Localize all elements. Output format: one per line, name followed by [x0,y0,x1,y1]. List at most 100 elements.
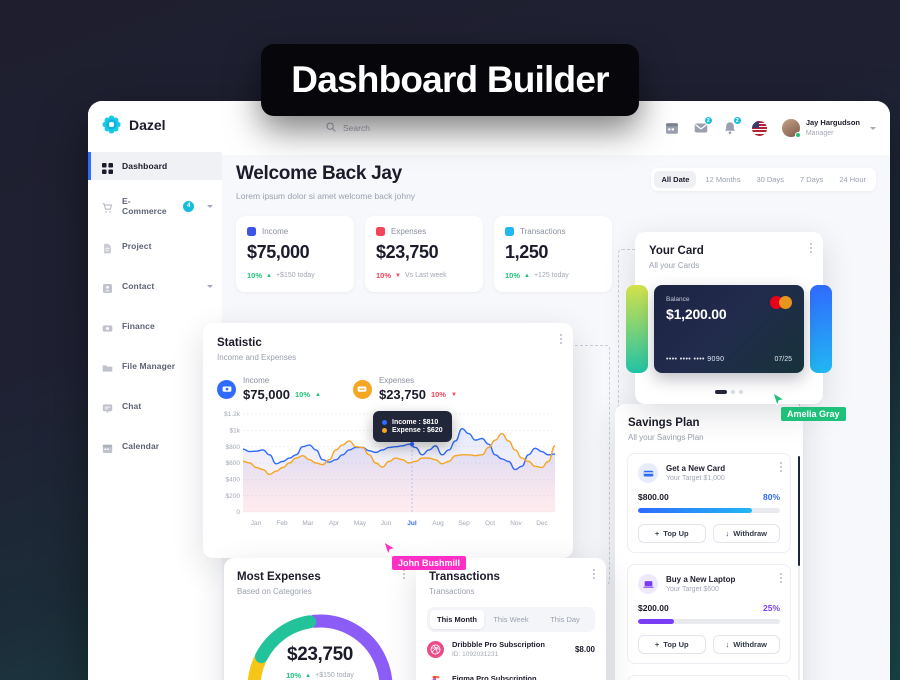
filter-all-date[interactable]: All Date [654,171,697,188]
laptop-icon [638,574,658,594]
user-profile[interactable]: Jay Hargudson Manager [781,118,876,138]
stat-pct: 10% [247,271,263,280]
svg-text:$1k: $1k [230,428,241,435]
trend-up-icon: ▲ [266,272,272,279]
trend-down-icon: ▼ [395,272,401,279]
transaction-amount: $8.00 [574,644,595,654]
calendar-icon[interactable] [665,121,679,135]
sidebar-item-calendar[interactable]: Calendar [88,432,222,460]
sidebar-badge: 4 [183,200,194,212]
your-card-subtitle: All your Cards [649,261,700,270]
stat-card-transactions[interactable]: Transactions 1,250 10% ▲ +125 today [494,216,612,292]
your-card-menu-button[interactable] [810,243,812,255]
card-icon [638,463,658,483]
your-card-title: Your Card [649,245,704,257]
page-subtitle: Lorem ipsum dolor si amet welcome back j… [236,191,416,201]
most-expenses-subtitle: Based on Categories [237,587,312,596]
statistic-menu-button[interactable] [560,334,562,346]
transaction-row[interactable]: Figma Pro Subscription ID: 1092031231 $1… [416,666,606,680]
sidebar-item-file-manager[interactable]: File Manager [88,352,222,380]
tooltip-expense: Expense : $620 [392,427,443,434]
transaction-name: Dribbble Pro Subscription [452,640,545,649]
savings-subtitle: All your Savings Plan [628,433,704,442]
chevron-down-icon[interactable] [207,204,213,208]
most-expenses-menu-button[interactable] [403,569,405,581]
bell-icon[interactable]: 2 [723,116,742,135]
withdraw-button[interactable]: ↓ Withdraw [712,635,780,654]
sidebar-item-project[interactable]: Project [88,232,222,260]
cursor-label: Amelia Gray [781,407,846,421]
folder-icon [102,361,113,372]
bell-badge: 2 [732,116,742,125]
savings-scrollbar-thumb[interactable] [798,456,800,566]
topbar-icons: 2 2 Jay Hargudson Manager [665,116,890,138]
stat-card-income[interactable]: Income $75,000 10% ▲ +$150 today [236,216,354,292]
transaction-row[interactable]: Dribbble Pro Subscription ID: 1092031231… [416,632,606,666]
stat-card-expenses[interactable]: Expenses $23,750 10% ▼ Vs Last week [365,216,483,292]
transactions-menu-button[interactable] [593,569,595,581]
top-up-button[interactable]: + Top Up [638,524,706,543]
savings-item[interactable]: Get a New Card Your Target $1,000 $800.0… [627,453,791,553]
us-flag-icon[interactable] [751,120,767,136]
tab-this-month[interactable]: This Month [430,610,484,629]
trend-up-icon: ▲ [305,672,312,679]
sidebar-item-dashboard[interactable]: Dashboard [88,152,222,180]
savings-item-menu-button[interactable] [780,462,782,474]
filter-30-days[interactable]: 30 Days [749,171,791,188]
svg-text:0: 0 [236,509,240,516]
transaction-id: ID: 1092031231 [452,651,499,658]
flower-logo-icon [102,115,121,134]
legend-pct: 10% [295,390,311,399]
wallet-icon [102,321,113,332]
savings-item[interactable]: Vacation Your Target $800 [627,675,791,680]
sidebar-item-contact[interactable]: Contact [88,272,222,300]
sidebar-item-e-commerce[interactable]: E-Commerce 4 [88,192,222,220]
expense-icon [352,379,372,399]
bank-card[interactable]: Balance $1,200.00 •••• •••• •••• 9090 07… [654,285,804,373]
tab-this-day[interactable]: This Day [538,610,592,629]
savings-item[interactable]: Buy a New Laptop Your Target $600 $200.0… [627,564,791,664]
svg-text:$600: $600 [226,460,241,467]
stat-label: Income [262,227,289,236]
stat-note: +$150 today [275,272,315,279]
search-input[interactable]: Search [326,119,370,137]
brand-name: Dazel [129,116,166,133]
svg-text:$1.2k: $1.2k [224,411,241,418]
sidebar-item-finance[interactable]: Finance [88,312,222,340]
stat-value: $23,750 [376,242,439,262]
filter-12-months[interactable]: 12 Months [698,171,747,188]
filter-7-days[interactable]: 7 Days [793,171,830,188]
cursor-john-bushmill: John Bushmill [383,540,467,570]
chevron-down-icon[interactable] [870,126,876,130]
carousel-card-prev[interactable] [626,285,648,373]
tab-this-week[interactable]: This Week [484,610,538,629]
carousel-dots[interactable] [635,390,823,394]
plus-icon: + [654,529,660,538]
sidebar-item-chat[interactable]: Chat [88,392,222,420]
stat-value: 1,250 [505,242,549,262]
chart-tooltip: Income : $810 Expense : $620 [373,411,452,442]
sidebar-item-label: E-Commerce [122,196,167,216]
transactions-card: Transactions Transactions This Month Thi… [416,558,606,680]
svg-text:Apr: Apr [329,520,340,527]
withdraw-button[interactable]: ↓ Withdraw [712,524,780,543]
tooltip-income: Income : $810 [392,418,439,426]
carousel-card-next[interactable] [810,285,832,373]
chevron-down-icon[interactable] [207,284,213,288]
svg-text:May: May [354,520,367,527]
top-up-button[interactable]: + Top Up [638,635,706,654]
svg-text:Oct: Oct [485,520,495,527]
filter-24-hour[interactable]: 24 Hour [832,171,873,188]
most-expenses-title: Most Expenses [237,571,321,583]
legend-label: Income [243,376,270,385]
mail-icon[interactable]: 2 [694,116,713,135]
trend-up-icon: ▲ [315,391,321,398]
transaction-name: Figma Pro Subscription [452,674,537,680]
svg-text:Sep: Sep [458,520,470,527]
savings-item-menu-button[interactable] [780,573,782,585]
donut-center-label: $23,750 10% ▲ +$150 today [224,644,416,680]
legend-pct: 10% [430,390,446,399]
stat-value: $75,000 [247,242,310,262]
plus-icon: + [654,640,660,649]
brand[interactable]: Dazel [88,101,222,148]
